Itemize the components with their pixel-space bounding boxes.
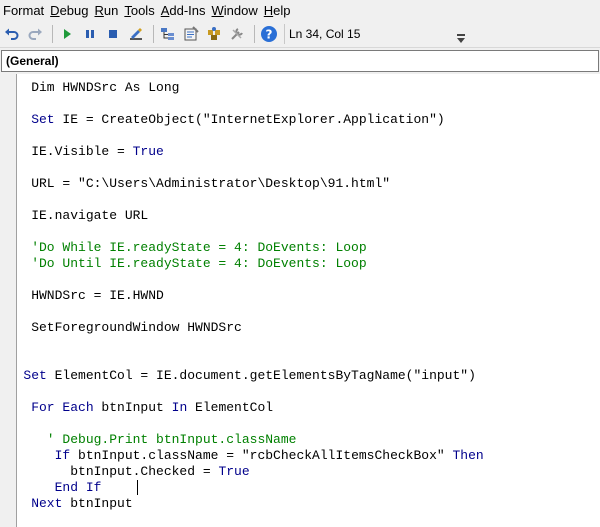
keyword-token: Next [0,496,63,511]
menu-debug[interactable]: Debug [47,3,91,18]
design-mode-icon[interactable] [126,24,146,44]
keyword-token: If [0,448,71,463]
undo-icon[interactable] [2,24,22,44]
toolbar-overflow-icon[interactable] [455,24,466,46]
code-line: URL = "C:\Users\Administrator\Desktop\91… [0,176,390,192]
code-token: btnInput [93,400,172,415]
code-line: SetForegroundWindow HWNDSrc [0,320,242,336]
code-window-header: (General) [0,48,600,74]
code-line: 'Do While IE.readyState = 4: DoEvents: L… [0,240,367,256]
toolbar-separator [153,24,154,43]
keyword-token: Set [0,112,55,127]
object-browser-icon[interactable] [204,24,224,44]
comment-token: 'Do While IE.readyState = 4: DoEvents: L… [0,240,367,255]
menu-format[interactable]: Format [0,3,47,18]
menu-window[interactable]: Window [209,3,261,18]
code-line: Dim HWNDSrc As Long [0,80,179,96]
keyword-token: In [171,400,188,415]
toolbar-separator [254,24,255,43]
code-line: Next btnInput [0,496,133,512]
keyword-token: End If [0,480,102,495]
svg-text:?: ? [266,27,273,41]
code-token: ElementCol = IE.document.getElementsByTa… [46,368,476,383]
menu-add-ins-label: Add-Ins [160,2,206,18]
code-line: IE.Visible = True [0,144,164,160]
code-token: btnInput [62,496,133,511]
comment-token: ' Debug.Print btnInput.className [0,432,297,447]
run-icon[interactable] [57,24,77,44]
code-token: Dim HWNDSrc As Long [0,80,180,95]
code-token: IE = CreateObject("InternetExplorer.Appl… [54,112,445,127]
code-token: btnInput.className = "rcbCheckAllItemsCh… [70,448,453,463]
code-token: SetForegroundWindow HWNDSrc [0,320,242,335]
menu-add-ins[interactable]: Add-Ins [158,3,209,18]
code-line: IE.navigate URL [0,208,148,224]
menu-run-label: Run [94,2,119,18]
menu-tools-label: Tools [124,2,155,18]
keyword-token: True [218,464,250,479]
code-line: For Each btnInput In ElementCol [0,400,273,416]
menu-help-label: Help [263,2,291,18]
menu-run[interactable]: Run [91,3,121,18]
text-caret [137,480,138,495]
code-token: URL = "C:\Users\Administrator\Desktop\91… [0,176,391,191]
code-line: ' Debug.Print btnInput.className [0,432,297,448]
code-line: HWNDSrc = IE.HWND [0,288,164,304]
standard-toolbar: ? Ln 34, Col 15 [0,20,600,48]
toolbar-separator [52,24,53,43]
code-line: If btnInput.className = "rcbCheckAllItem… [0,448,484,464]
code-line: 'Do Until IE.readyState = 4: DoEvents: L… [0,256,367,272]
code-token: IE.navigate URL [0,208,149,223]
reset-icon[interactable] [103,24,123,44]
keyword-token: For Each [0,400,94,415]
keyword-token: True [132,144,164,159]
menu-bar: Format Debug Run Tools Add-Ins Window He… [0,0,600,20]
toolbox-icon[interactable] [227,24,247,44]
break-icon[interactable] [80,24,100,44]
menu-window-label: Window [211,2,258,18]
code-line: Set IE = CreateObject("InternetExplorer.… [0,112,445,128]
redo-icon[interactable] [25,24,45,44]
menu-debug-label: Debug [50,2,89,18]
keyword-token: Then [452,448,484,463]
object-combo[interactable]: (General) [1,50,599,72]
code-token: HWNDSrc = IE.HWND [0,288,164,303]
code-editor[interactable]: Dim HWNDSrc As Long Set IE = CreateObjec… [0,74,600,527]
code-token: ElementCol [187,400,274,415]
code-line: End If [0,480,102,496]
code-token: btnInput.Checked = [0,464,219,479]
code-token: IE.Visible = [0,144,133,159]
keyword-token: Set [0,368,47,383]
help-icon[interactable]: ? [259,24,279,44]
properties-icon[interactable] [181,24,201,44]
menu-tools[interactable]: Tools [121,3,157,18]
code-line: Set ElementCol = IE.document.getElements… [0,368,476,384]
menu-help[interactable]: Help [261,3,294,18]
code-line: btnInput.Checked = True [0,464,250,480]
project-explorer-icon[interactable] [158,24,178,44]
cursor-position-indicator: Ln 34, Col 15 [284,23,364,44]
menu-format-label: Format [3,2,45,18]
comment-token: 'Do Until IE.readyState = 4: DoEvents: L… [0,256,367,271]
